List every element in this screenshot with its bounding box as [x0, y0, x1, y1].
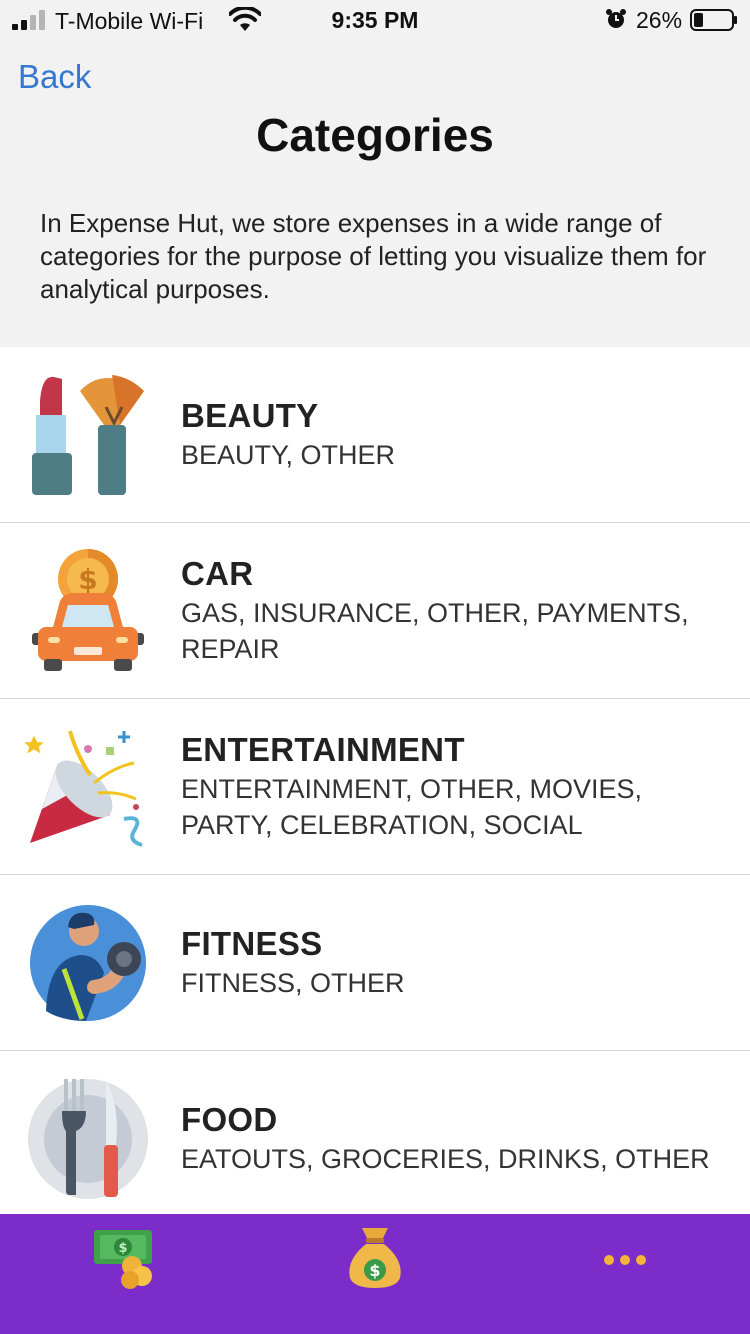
- battery-percent: 26%: [636, 7, 683, 33]
- tab-bar: $ $: [0, 1214, 750, 1334]
- category-row-entertainment[interactable]: ENTERTAINMENT ENTERTAINMENT, OTHER, MOVI…: [0, 699, 750, 875]
- category-name: ENTERTAINMENT: [181, 730, 465, 768]
- more-dots-icon[interactable]: [600, 1252, 650, 1268]
- category-name: FITNESS: [181, 924, 323, 962]
- battery-icon: [690, 9, 737, 31]
- intro-text: In Expense Hut, we store expenses in a w…: [40, 208, 707, 304]
- lipstick-brush-icon: [32, 375, 144, 495]
- category-name: FOOD: [181, 1100, 278, 1138]
- category-row-food[interactable]: FOOD EATOUTS, GROCERIES, DRINKS, OTHER: [0, 1051, 750, 1214]
- party-popper-icon: [24, 730, 143, 847]
- category-subcategories: ENTERTAINMENT, OTHER, MOVIES, PARTY, CEL…: [181, 773, 643, 840]
- svg-text:$: $: [369, 1261, 380, 1280]
- status-bar: T-Mobile Wi-Fi 9:35 PM 26%: [0, 0, 750, 40]
- svg-text:$: $: [118, 1241, 127, 1256]
- category-row-fitness[interactable]: FITNESS FITNESS, OTHER: [0, 875, 750, 1051]
- category-subcategories: EATOUTS, GROCERIES, DRINKS, OTHER: [181, 1143, 710, 1174]
- back-button[interactable]: Back: [18, 58, 91, 96]
- category-subcategories: BEAUTY, OTHER: [181, 439, 396, 470]
- category-name: CAR: [181, 554, 254, 592]
- alarm-icon: [606, 9, 626, 28]
- category-list: BEAUTY BEAUTY, OTHER $ CAR GAS, INSURANC…: [0, 347, 750, 1214]
- category-name: BEAUTY: [181, 396, 319, 434]
- money-bag-icon[interactable]: $: [344, 1224, 406, 1290]
- page-title: Categories: [256, 109, 494, 161]
- category-row-beauty[interactable]: BEAUTY BEAUTY, OTHER: [0, 347, 750, 523]
- category-subcategories: GAS, INSURANCE, OTHER, PAYMENTS, REPAIR: [181, 597, 689, 664]
- category-subcategories: FITNESS, OTHER: [181, 967, 405, 998]
- category-row-car[interactable]: $ CAR GAS, INSURANCE, OTHER, PAYMENTS, R…: [0, 523, 750, 699]
- svg-text:$: $: [78, 563, 97, 596]
- car-coin-icon: $: [32, 549, 144, 671]
- cash-icon[interactable]: $: [92, 1224, 158, 1290]
- dumbbell-athlete-icon: [30, 905, 146, 1021]
- plate-fork-knife-icon: [28, 1079, 148, 1199]
